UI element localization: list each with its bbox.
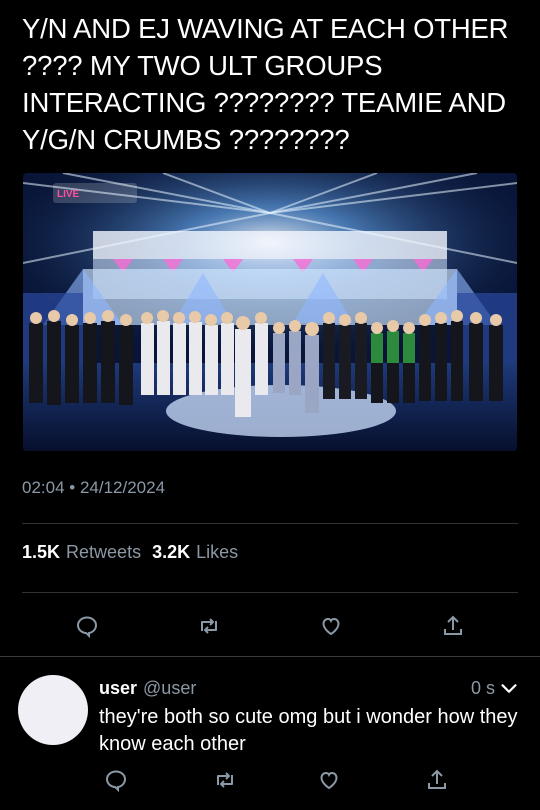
retweets-count: 1.5K — [22, 542, 61, 562]
reply-icon — [105, 770, 127, 792]
share-icon — [428, 769, 446, 789]
reply-icon — [76, 616, 98, 638]
likes-count: 3.2K — [152, 542, 191, 562]
reply-author-handle[interactable]: @user — [143, 678, 196, 699]
tweet-media-image[interactable]: LIVE — [23, 173, 517, 451]
retweet-icon — [201, 618, 217, 634]
likes-stat[interactable]: 3.2K Likes — [152, 542, 238, 563]
broadcast-logo: LIVE — [57, 189, 80, 200]
like-icon — [322, 617, 340, 636]
like-button[interactable] — [314, 765, 344, 795]
reply-text: they're both so cute omg but i wonder ho… — [99, 706, 518, 755]
share-icon — [444, 615, 462, 635]
tweet-actions — [0, 611, 540, 641]
retweets-label: Retweets — [66, 542, 142, 562]
reply-tweet[interactable]: user @user 0 s they're both so cute omg … — [0, 657, 540, 810]
like-button[interactable] — [316, 611, 346, 641]
reply-header: user @user — [99, 678, 196, 699]
avatar[interactable] — [18, 675, 88, 745]
retweet-button[interactable] — [194, 611, 224, 641]
retweets-stat[interactable]: 1.5K Retweets — [22, 542, 141, 563]
retweet-icon — [217, 772, 233, 788]
reply-time: 0 s — [470, 678, 495, 698]
chevron-down-icon[interactable] — [498, 678, 520, 700]
tweet-timestamp: 02:04 • 24/12/2024 — [22, 478, 166, 497]
likes-label: Likes — [196, 542, 239, 562]
divider — [22, 523, 518, 524]
reply-author-name[interactable]: user — [99, 678, 137, 699]
reply-button[interactable] — [101, 765, 131, 795]
tweet-text: Y/N AND EJ WAVING AT EACH OTHER ???? MY … — [22, 13, 509, 155]
reply-actions — [0, 765, 540, 795]
divider — [22, 592, 518, 593]
stage-photo: LIVE — [23, 173, 517, 451]
share-button[interactable] — [438, 611, 468, 641]
share-button[interactable] — [422, 765, 452, 795]
like-icon — [320, 771, 338, 790]
tweet-stats: 1.5K Retweets 3.2K Likes — [22, 542, 238, 563]
retweet-button[interactable] — [210, 765, 240, 795]
reply-button[interactable] — [72, 611, 102, 641]
